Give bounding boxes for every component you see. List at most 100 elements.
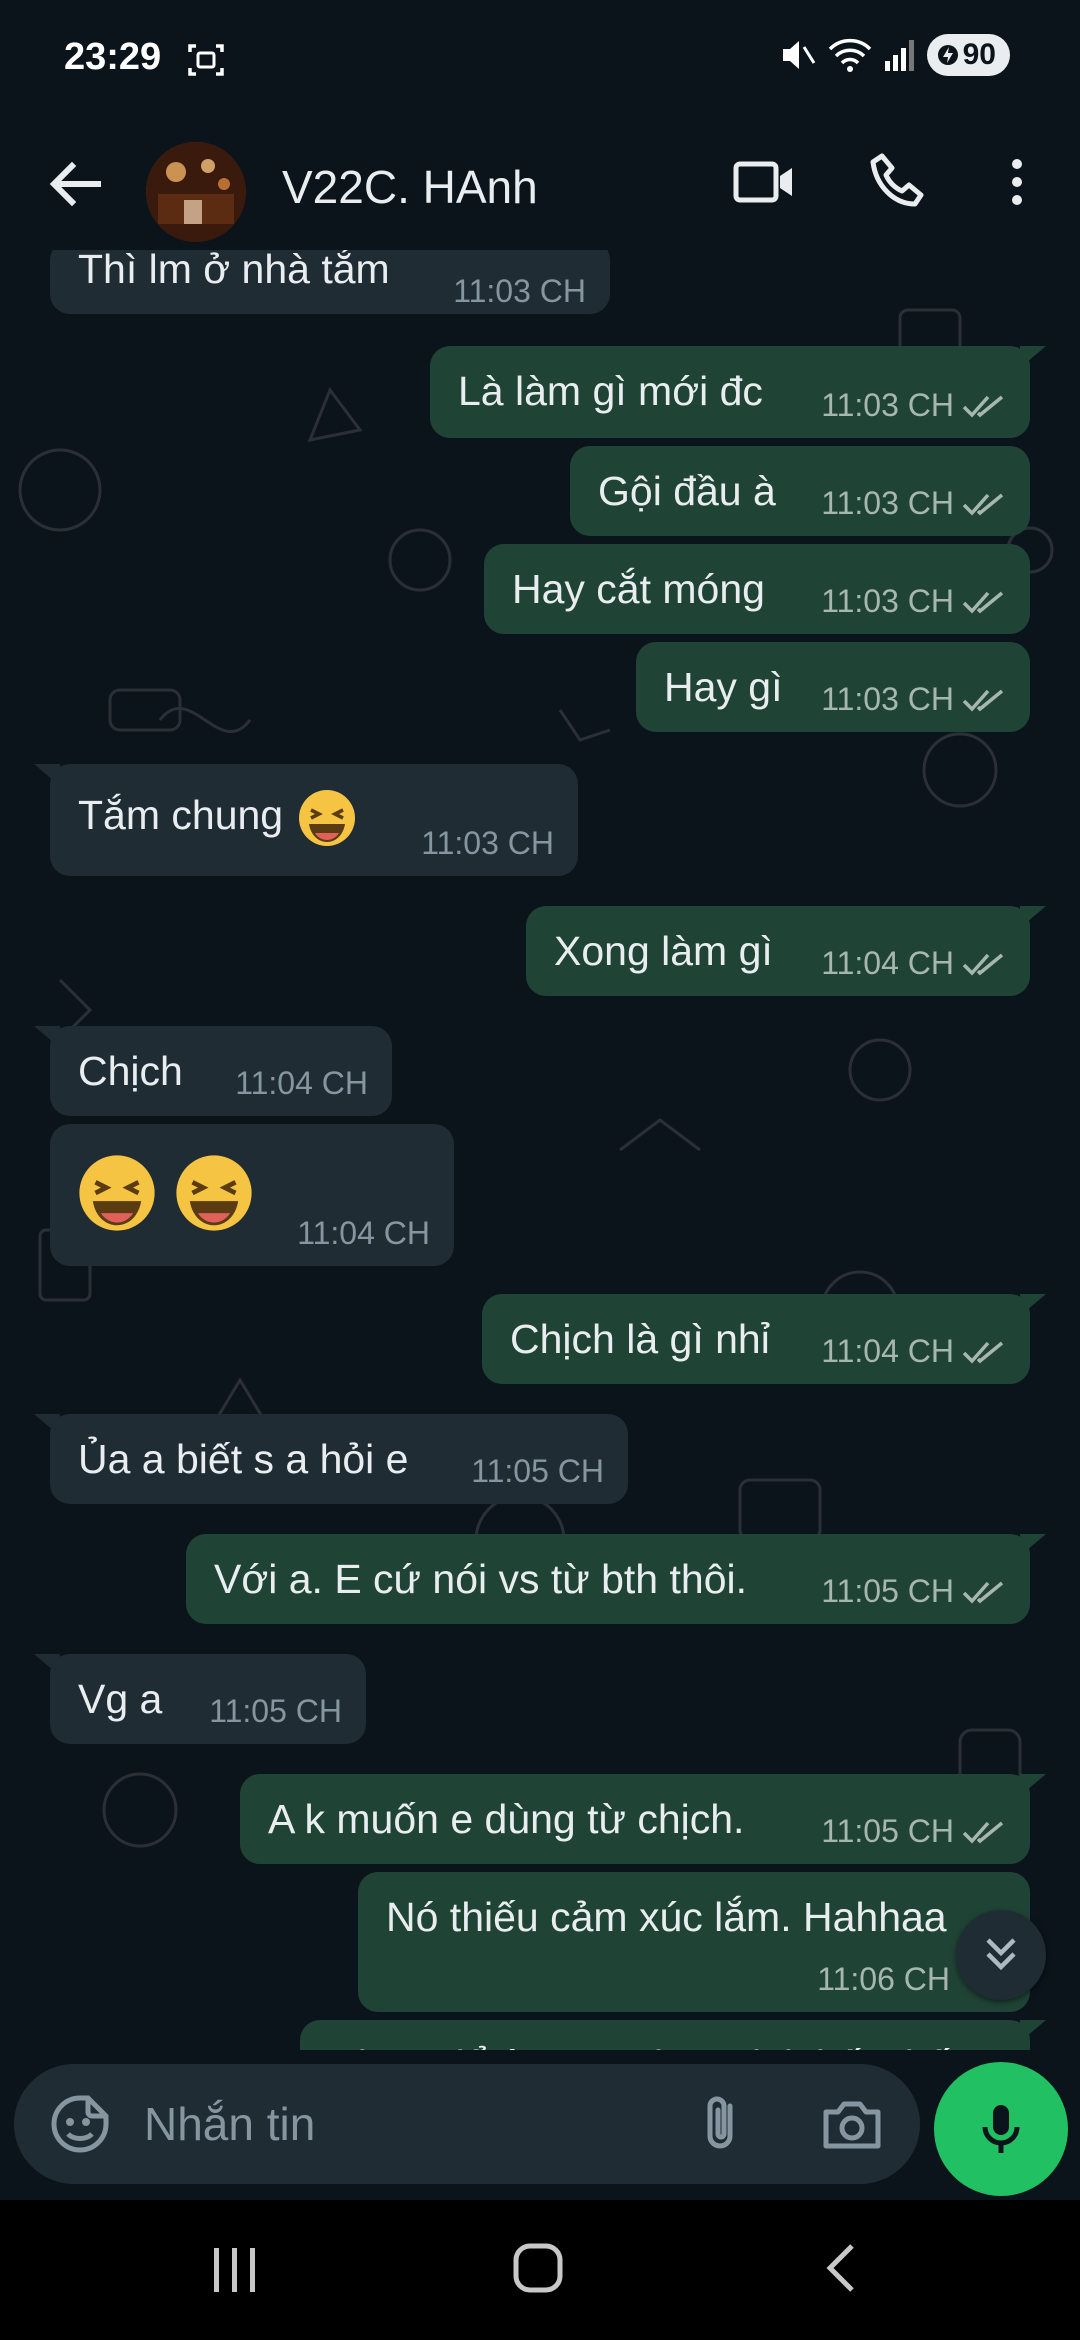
message-time: 11:03 CH bbox=[453, 273, 586, 309]
message-list[interactable]: Thì lm ở nhà tắm 11:03 CH Là làm gì mới … bbox=[0, 250, 1080, 2050]
bubble-tail bbox=[1020, 1294, 1046, 1316]
mic-button[interactable] bbox=[934, 2062, 1068, 2196]
message-text: Tắm chung bbox=[78, 786, 359, 850]
message-bubble-outgoing[interactable]: Xong làm gì 11:04 CH bbox=[526, 906, 1046, 996]
system-nav-bar bbox=[0, 2200, 1080, 2340]
bubble-tail bbox=[1020, 906, 1046, 928]
message-time: 11:03 CH bbox=[821, 583, 1006, 620]
nav-back-icon[interactable] bbox=[818, 2240, 862, 2296]
message-time: 11:03 CH bbox=[821, 681, 1006, 718]
message-bubble-incoming[interactable]: Ủa a biết s a hỏi e 11:05 CH bbox=[34, 1414, 628, 1504]
message-emoji bbox=[74, 1150, 257, 1236]
message-bubble-incoming[interactable]: 11:04 CH bbox=[50, 1124, 454, 1266]
message-text: Chưa để ý xem tại sao lại thấy thế bbox=[328, 2042, 950, 2050]
double-check-icon bbox=[962, 591, 1004, 614]
charging-icon bbox=[937, 45, 958, 65]
mute-icon bbox=[782, 41, 815, 69]
message-bubble-incoming[interactable]: Vg a 11:05 CH bbox=[34, 1654, 366, 1744]
double-check-icon bbox=[962, 1341, 1004, 1364]
bubble-tail bbox=[34, 764, 60, 786]
double-check-icon bbox=[962, 493, 1004, 516]
message-bubble-outgoing[interactable]: Nó thiếu cảm xúc lắm. Hahhaa 11:06 CH bbox=[358, 1872, 1030, 2012]
message-bubble-incoming[interactable]: Chịch 11:04 CH bbox=[34, 1026, 392, 1116]
laughing-face-emoji bbox=[79, 1155, 155, 1231]
message-time: 11:05 CH bbox=[821, 1813, 1006, 1850]
scroll-to-bottom-button[interactable] bbox=[956, 1910, 1046, 2000]
camera-icon[interactable] bbox=[820, 2092, 884, 2156]
battery-level: 90 bbox=[962, 38, 996, 71]
message-time: 11:05 CH bbox=[821, 1573, 1006, 1610]
status-time: 23:29 bbox=[64, 36, 162, 78]
back-arrow-icon[interactable] bbox=[40, 148, 112, 220]
contact-name[interactable]: V22C. HAnh bbox=[282, 160, 538, 214]
message-time: 11:06 CH bbox=[817, 1961, 950, 1997]
attach-icon[interactable] bbox=[690, 2092, 754, 2156]
message-bubble-outgoing[interactable]: Là làm gì mới đc 11:03 CH bbox=[430, 346, 1046, 438]
message-text: Xong làm gì bbox=[554, 928, 773, 974]
message-time: 11:03 CH bbox=[821, 485, 1006, 522]
message-time: 11:03 CH bbox=[821, 387, 1006, 424]
avatar[interactable] bbox=[146, 142, 246, 242]
avatar-photo bbox=[146, 142, 246, 242]
message-bubble-outgoing[interactable]: Chịch là gì nhỉ 11:04 CH bbox=[482, 1294, 1046, 1384]
double-check-icon bbox=[962, 1821, 1004, 1844]
composer-bar bbox=[0, 2050, 1080, 2200]
message-text: Ủa a biết s a hỏi e bbox=[78, 1436, 409, 1482]
double-check-icon bbox=[962, 953, 1004, 976]
message-time: 11:03 CH bbox=[421, 825, 554, 861]
screenshot-icon bbox=[188, 44, 224, 76]
message-time: 11:04 CH bbox=[821, 945, 1006, 982]
message-bubble-outgoing[interactable]: Chưa để ý xem tại sao lại thấy thế bbox=[300, 2020, 1046, 2050]
laughing-face-emoji bbox=[176, 1155, 253, 1231]
message-bubble-outgoing[interactable]: Gội đầu à 11:03 CH bbox=[570, 446, 1030, 536]
bubble-tail bbox=[1020, 2020, 1046, 2042]
bubble-tail bbox=[34, 1414, 60, 1436]
message-text: Thì lm ở nhà tắm bbox=[78, 250, 390, 292]
message-input[interactable] bbox=[144, 2084, 684, 2164]
sticker-icon[interactable] bbox=[48, 2092, 112, 2156]
message-time: 11:05 CH bbox=[471, 1453, 604, 1489]
message-bubble-outgoing[interactable]: A k muốn e dùng từ chịch. 11:05 CH bbox=[240, 1774, 1046, 1864]
bubble-tail bbox=[1020, 1534, 1046, 1556]
home-icon[interactable] bbox=[510, 2240, 566, 2296]
battery-indicator: 90 bbox=[926, 34, 1010, 76]
wifi-icon bbox=[828, 38, 871, 72]
message-text: Chịch bbox=[78, 1048, 183, 1094]
message-time: 11:05 CH bbox=[209, 1693, 342, 1729]
composer-field[interactable] bbox=[14, 2064, 920, 2184]
more-vert-icon[interactable] bbox=[992, 146, 1042, 218]
bubble-tail bbox=[1020, 346, 1046, 368]
status-icons: 90 bbox=[777, 34, 1010, 76]
mic-icon bbox=[982, 2105, 1020, 2153]
laughing-face-emoji bbox=[298, 790, 355, 846]
bubble-tail bbox=[34, 1654, 60, 1676]
message-bubble-incoming[interactable]: Tắm chung 11:03 CH bbox=[34, 764, 578, 876]
message-time: 11:04 CH bbox=[821, 1333, 1006, 1370]
recents-icon[interactable] bbox=[210, 2242, 260, 2298]
double-check-icon bbox=[962, 395, 1004, 418]
message-text: Gội đầu à bbox=[598, 468, 776, 514]
message-bubble-outgoing[interactable]: Hay gì 11:03 CH bbox=[636, 642, 1030, 732]
message-text: Hay gì bbox=[664, 664, 783, 710]
signal-icon bbox=[884, 40, 914, 71]
message-text: Chịch là gì nhỉ bbox=[510, 1316, 770, 1362]
message-time: 11:04 CH bbox=[235, 1065, 368, 1101]
message-bubble-outgoing[interactable]: Hay cắt móng 11:03 CH bbox=[484, 544, 1030, 634]
message-bubble-outgoing[interactable]: Với a. E cứ nói vs từ bth thôi. 11:05 CH bbox=[186, 1534, 1046, 1624]
message-text: Hay cắt móng bbox=[512, 566, 765, 612]
status-bar: 23:29 90 bbox=[0, 0, 1080, 120]
message-time: 11:04 CH bbox=[297, 1215, 430, 1251]
double-check-icon bbox=[962, 1581, 1004, 1604]
message-text: Nó thiếu cảm xúc lắm. Hahhaa bbox=[386, 1894, 947, 1940]
message-text: A k muốn e dùng từ chịch. bbox=[268, 1796, 745, 1842]
bubble-tail bbox=[1020, 1774, 1046, 1796]
phone-icon[interactable] bbox=[862, 146, 934, 218]
message-bubble-incoming[interactable]: Thì lm ở nhà tắm 11:03 CH bbox=[50, 250, 610, 314]
message-text: Là làm gì mới đc bbox=[458, 368, 763, 414]
double-check-icon bbox=[962, 689, 1004, 712]
video-call-icon[interactable] bbox=[728, 146, 800, 218]
message-text: Vg a bbox=[78, 1676, 163, 1722]
scroll-down-icon bbox=[986, 1938, 1016, 1971]
bubble-tail bbox=[34, 1026, 60, 1048]
message-text: Với a. E cứ nói vs từ bth thôi. bbox=[214, 1556, 747, 1602]
